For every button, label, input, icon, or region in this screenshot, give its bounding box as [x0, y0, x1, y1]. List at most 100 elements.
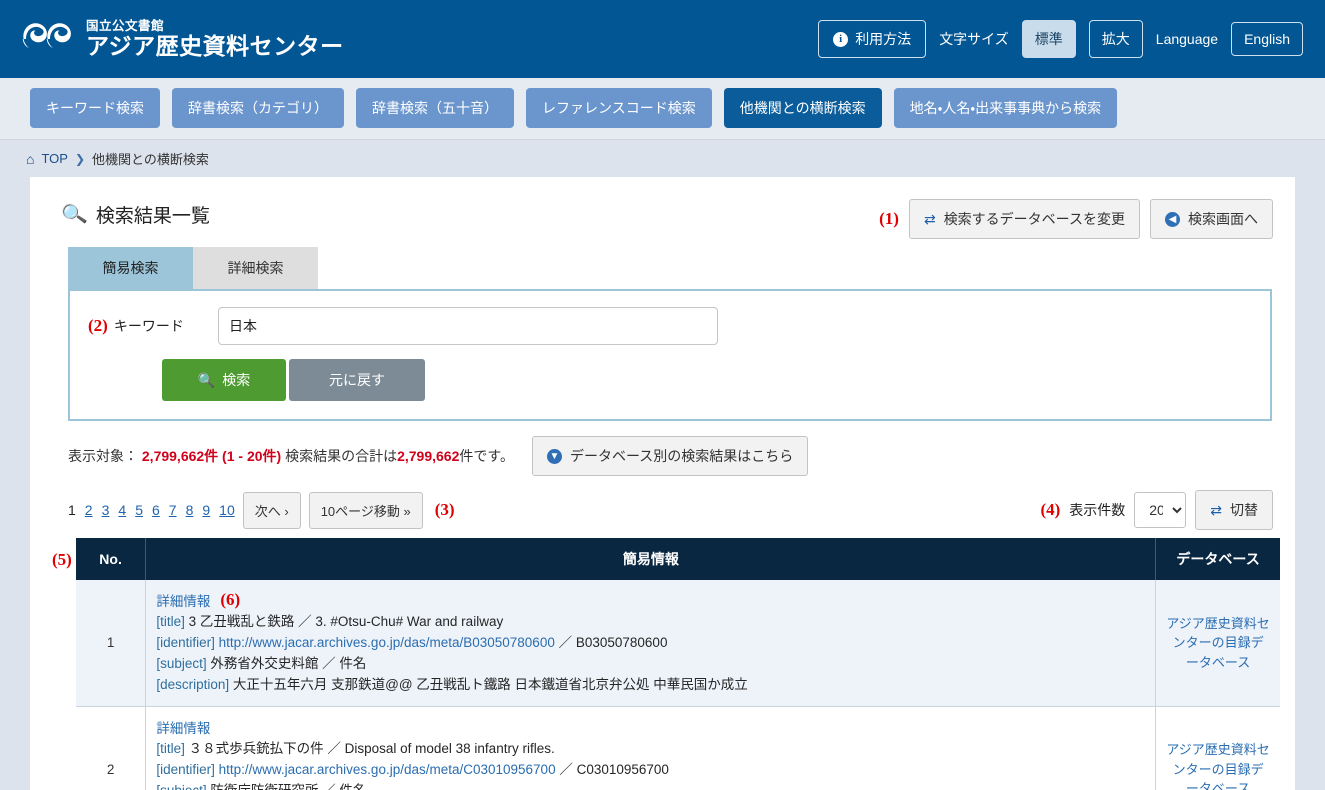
per-page-select[interactable]: 20 50 100 — [1134, 492, 1187, 528]
database-link[interactable]: アジア歴史資料センターの目録データベース — [1166, 742, 1269, 790]
meta-key-description: [description] — [156, 676, 230, 692]
switch-per-page-button[interactable]: ⇄ 切替 — [1195, 490, 1273, 530]
nav-tab-keyword-search[interactable]: キーワード検索 — [30, 88, 160, 128]
annotation-6: (6) — [220, 590, 241, 609]
row-database-cell: アジア歴史資料センターの目録データベース — [1155, 706, 1280, 790]
page-number-9[interactable]: 9 — [202, 502, 210, 518]
meta-identifier-url[interactable]: http://www.jacar.archives.go.jp/das/meta… — [219, 762, 556, 777]
jump-ten-pages-button[interactable]: 10ページ移動 » — [308, 491, 423, 529]
change-database-button[interactable]: ⇄ 検索するデータベースを変更 — [908, 199, 1140, 239]
language-english-button[interactable]: English — [1231, 22, 1303, 56]
annotation-3: (3) — [434, 500, 455, 519]
brand-title: アジア歴史資料センター — [86, 33, 344, 60]
detail-info-link[interactable]: 詳細情報 — [156, 717, 210, 737]
result-summary-text: 表示対象： 2,799,662件 (1 - 20件) 検索結果の合計は2,799… — [68, 446, 514, 466]
database-breakdown-label: データベース別の検索結果はこちら — [569, 448, 794, 464]
page-number-10[interactable]: 10 — [219, 502, 235, 518]
annotation-4: (4) — [1040, 500, 1061, 519]
page-number-4[interactable]: 4 — [118, 502, 126, 518]
primary-nav: キーワード検索 辞書検索（カテゴリ） 辞書検索（五十音） レファレンスコード検索… — [0, 78, 1325, 140]
nav-tab-encyclopedia-search[interactable]: 地名・人名・出来事事典から検索 — [893, 88, 1118, 128]
search-icon-small: 🔍 — [197, 371, 216, 388]
meta-value-subject: 防衛庁防衛研究所 ／ 件名 — [210, 783, 366, 790]
back-to-search-label: 検索画面へ — [1188, 211, 1258, 227]
nav-tab-dictionary-kana[interactable]: 辞書検索（五十音） — [356, 88, 514, 128]
meta-description: [description] 大正十五年六月 支那鉄道@@ 乙丑戦乱ト鐵路 日本鐵… — [156, 675, 1145, 696]
panel-header: 🔍 検索結果一覧 (1) ⇄ 検索するデータベースを変更 ◀ 検索画面へ — [52, 195, 1273, 239]
meta-title: [title] 3 乙丑戦乱と鉄路 ／ 3. #Otsu-Chu# War an… — [156, 612, 1145, 633]
search-icon: 🔍 — [60, 201, 89, 228]
page-number-2[interactable]: 2 — [85, 502, 93, 518]
meta-key-identifier: [identifier] — [156, 634, 215, 650]
tab-simple-search[interactable]: 簡易検索 — [68, 247, 193, 289]
nav-tab-cross-institution-search[interactable]: 他機関との横断検索 — [723, 88, 882, 128]
brand-subtitle: 国立公文書館 — [86, 18, 165, 33]
row-info-cell: 詳細情報 (6) [title] 3 乙丑戦乱と鉄路 ／ 3. #Otsu-Ch… — [145, 580, 1157, 707]
font-size-large-button[interactable]: 拡大 — [1088, 20, 1143, 58]
summary-prefix: 表示対象： — [68, 448, 138, 464]
site-brand[interactable]: 国立公文書館 アジア歴史資料センター — [22, 19, 344, 59]
arrow-down-icon: ▼ — [546, 448, 562, 464]
search-mode-tabs: 簡易検索 詳細検索 — [68, 247, 1273, 289]
database-link[interactable]: アジア歴史資料センターの目録データベース — [1166, 616, 1269, 670]
summary-middle: 検索結果の合計は — [285, 448, 398, 464]
per-page-controls: (4) 表示件数 20 50 100 ⇄ 切替 — [1040, 490, 1273, 530]
summary-suffix: 件です。 — [459, 448, 514, 464]
next-page-button[interactable]: 次へ › — [242, 491, 301, 529]
database-breakdown-button[interactable]: ▼ データベース別の検索結果はこちら — [531, 436, 809, 476]
page-number-3[interactable]: 3 — [102, 502, 110, 518]
keyword-label-text: キーワード — [113, 318, 184, 334]
results-table: No. 簡易情報 データベース 1 詳細情報 (6) [title] 3 乙丑戦… — [75, 538, 1280, 790]
nav-tab-dictionary-category[interactable]: 辞書検索（カテゴリ） — [172, 88, 344, 128]
meta-key-title: [title] — [156, 614, 185, 629]
meta-identifier: [identifier] http://www.jacar.archives.g… — [156, 633, 1145, 654]
table-row: 2 詳細情報 [title] ３８式歩兵銃払下の件 ／ Disposal of … — [75, 706, 1280, 790]
pagination-bar: 1 2 3 4 5 6 7 8 9 10 次へ › 10ページ移動 » (3) … — [68, 490, 1273, 530]
font-size-label: 文字サイズ — [939, 31, 1009, 47]
breadcrumb: ⌂ TOP ❯ 他機関との横断検索 — [0, 140, 1325, 177]
meta-value-description: 大正十五年六月 支那鉄道@@ 乙丑戦乱ト鐵路 日本鐵道省北京弁公処 中華民国か成… — [232, 676, 748, 692]
page-number-list: 1 2 3 4 5 6 7 8 9 10 — [68, 502, 235, 518]
tab-advanced-search[interactable]: 詳細検索 — [193, 247, 318, 289]
page-number-8[interactable]: 8 — [186, 502, 194, 518]
column-header-info: 簡易情報 — [145, 538, 1157, 580]
keyword-field-label: (2) キーワード — [88, 316, 208, 336]
row-database-cell: アジア歴史資料センターの目録データベース — [1155, 580, 1280, 707]
column-header-no: No. — [75, 538, 147, 580]
page-number-7[interactable]: 7 — [169, 502, 177, 518]
home-icon: ⌂ — [26, 150, 35, 167]
swap-icon: ⇄ — [923, 210, 936, 227]
main-panel: 🔍 検索結果一覧 (1) ⇄ 検索するデータベースを変更 ◀ 検索画面へ 簡易検… — [30, 177, 1295, 790]
font-size-standard-button[interactable]: 標準 — [1021, 20, 1076, 58]
page-number-5[interactable]: 5 — [135, 502, 143, 518]
breadcrumb-current: 他機関との横断検索 — [92, 152, 209, 167]
site-header: 国立公文書館 アジア歴史資料センター i 利用方法 文字サイズ 標準 拡大 La… — [0, 0, 1325, 78]
meta-identifier-url[interactable]: http://www.jacar.archives.go.jp/das/meta… — [219, 635, 555, 650]
language-label: Language — [1155, 31, 1219, 47]
meta-value-subject: 外務省外交史料館 ／ 件名 — [210, 655, 367, 671]
breadcrumb-top-link[interactable]: TOP — [41, 151, 68, 166]
row-number: 2 — [75, 706, 147, 790]
jacar-logo-icon — [22, 23, 71, 48]
page-number-6[interactable]: 6 — [152, 502, 160, 518]
column-header-database: データベース — [1155, 538, 1280, 580]
per-page-label: 表示件数 — [1069, 502, 1126, 518]
meta-subject: [subject] 外務省外交史料館 ／ 件名 — [156, 654, 1145, 675]
table-row: 1 詳細情報 (6) [title] 3 乙丑戦乱と鉄路 ／ 3. #Otsu-… — [75, 580, 1280, 707]
meta-key-subject: [subject] — [156, 783, 206, 790]
back-to-search-button[interactable]: ◀ 検索画面へ — [1150, 199, 1273, 239]
search-form: (2) キーワード 🔍 検索 元に戻す — [68, 289, 1272, 421]
meta-value-identifier: ／ C03010956700 — [559, 761, 669, 777]
detail-info-link[interactable]: 詳細情報 — [156, 590, 210, 610]
keyword-input[interactable] — [218, 307, 718, 345]
panel-header-actions: (1) ⇄ 検索するデータベースを変更 ◀ 検索画面へ — [879, 195, 1273, 239]
usage-button[interactable]: i 利用方法 — [818, 20, 927, 58]
reset-button[interactable]: 元に戻す — [289, 359, 425, 401]
search-submit-button[interactable]: 🔍 検索 — [162, 359, 286, 401]
summary-count: 2,799,662件 (1 - 20件) — [141, 448, 282, 464]
nav-tab-reference-code[interactable]: レファレンスコード検索 — [526, 88, 712, 128]
page-title: 🔍 検索結果一覧 — [60, 201, 210, 228]
table-header-row: No. 簡易情報 データベース — [75, 538, 1280, 580]
results-table-wrap: (5) No. 簡易情報 データベース 1 詳細情報 (6) [title] 3… — [52, 538, 1280, 790]
page-number-1: 1 — [68, 502, 76, 518]
